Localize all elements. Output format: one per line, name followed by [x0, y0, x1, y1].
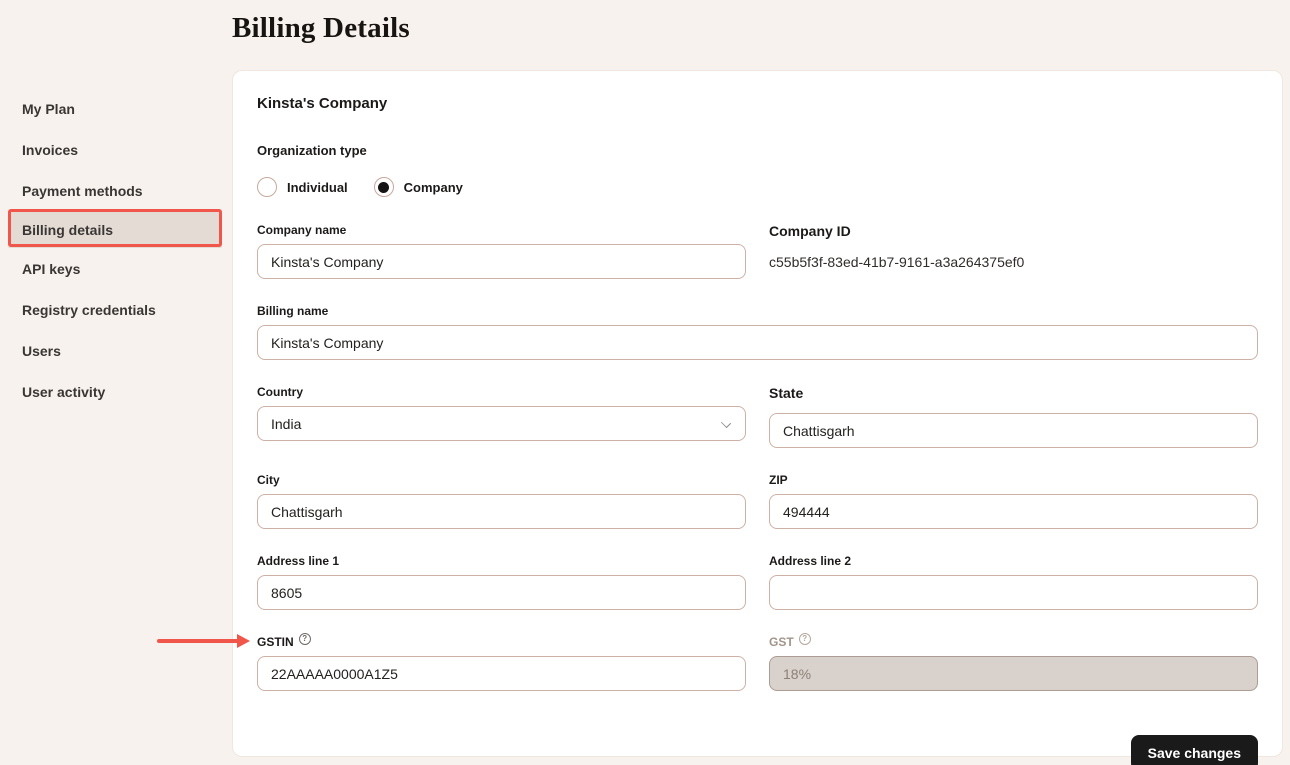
radio-company-label: Company	[404, 180, 463, 195]
state-input[interactable]	[769, 413, 1258, 448]
radio-circle-icon	[257, 177, 277, 197]
billing-details-card: Kinsta's Company Organization type Indiv…	[232, 70, 1283, 757]
gstin-help-icon[interactable]: ?	[299, 633, 311, 645]
billing-name-label: Billing name	[257, 304, 1258, 318]
sidebar-item-user-activity[interactable]: User activity	[0, 371, 232, 412]
organization-type-radio-group: Individual Company	[257, 177, 1258, 197]
city-input[interactable]	[257, 494, 746, 529]
company-heading: Kinsta's Company	[257, 95, 1258, 112]
save-changes-button[interactable]: Save changes	[1131, 735, 1258, 765]
zip-input[interactable]	[769, 494, 1258, 529]
sidebar-item-api-keys[interactable]: API keys	[0, 248, 232, 289]
radio-company[interactable]: Company	[374, 177, 463, 197]
field-country: Country	[257, 385, 746, 448]
country-select[interactable]	[257, 406, 746, 441]
sidebar-item-payment-methods[interactable]: Payment methods	[0, 170, 232, 211]
field-address-line-2: Address line 2	[769, 554, 1258, 610]
state-label: State	[769, 385, 1258, 401]
organization-type-label: Organization type	[257, 143, 1258, 158]
gstin-label-text: GSTIN	[257, 635, 294, 649]
country-label: Country	[257, 385, 746, 399]
gst-input	[769, 656, 1258, 691]
page-title: Billing Details	[232, 12, 410, 45]
sidebar-item-registry-credentials[interactable]: Registry credentials	[0, 289, 232, 330]
company-name-input[interactable]	[257, 244, 746, 279]
field-company-name: Company name	[257, 223, 746, 279]
gst-label-text: GST	[769, 635, 794, 649]
billing-name-input[interactable]	[257, 325, 1258, 360]
radio-individual[interactable]: Individual	[257, 177, 348, 197]
field-company-id: Company ID c55b5f3f-83ed-41b7-9161-a3a26…	[769, 223, 1258, 279]
field-state: State	[769, 385, 1258, 448]
radio-individual-label: Individual	[287, 180, 348, 195]
gstin-input[interactable]	[257, 656, 746, 691]
sidebar-item-my-plan[interactable]: My Plan	[0, 88, 232, 129]
address-line-1-input[interactable]	[257, 575, 746, 610]
field-zip: ZIP	[769, 473, 1258, 529]
field-gstin: GSTIN ?	[257, 635, 746, 691]
company-id-value: c55b5f3f-83ed-41b7-9161-a3a264375ef0	[769, 251, 1258, 270]
sidebar-item-invoices[interactable]: Invoices	[0, 129, 232, 170]
gstin-label: GSTIN ?	[257, 635, 746, 649]
field-address-line-1: Address line 1	[257, 554, 746, 610]
gst-label: GST ?	[769, 635, 1258, 649]
sidebar-item-billing-details[interactable]: Billing details	[8, 211, 222, 248]
company-name-label: Company name	[257, 223, 746, 237]
field-gst: GST ?	[769, 635, 1258, 691]
field-billing-name: Billing name	[257, 304, 1258, 360]
address-line-2-label: Address line 2	[769, 554, 1258, 568]
zip-label: ZIP	[769, 473, 1258, 487]
gst-help-icon[interactable]: ?	[799, 633, 811, 645]
card-actions: Save changes	[257, 735, 1258, 765]
address-line-1-label: Address line 1	[257, 554, 746, 568]
radio-circle-icon	[374, 177, 394, 197]
sidebar: My Plan Invoices Payment methods Billing…	[0, 88, 232, 412]
city-label: City	[257, 473, 746, 487]
company-id-label: Company ID	[769, 223, 1258, 239]
billing-form: Company name Company ID c55b5f3f-83ed-41…	[257, 223, 1258, 716]
address-line-2-input[interactable]	[769, 575, 1258, 610]
sidebar-item-users[interactable]: Users	[0, 330, 232, 371]
field-city: City	[257, 473, 746, 529]
